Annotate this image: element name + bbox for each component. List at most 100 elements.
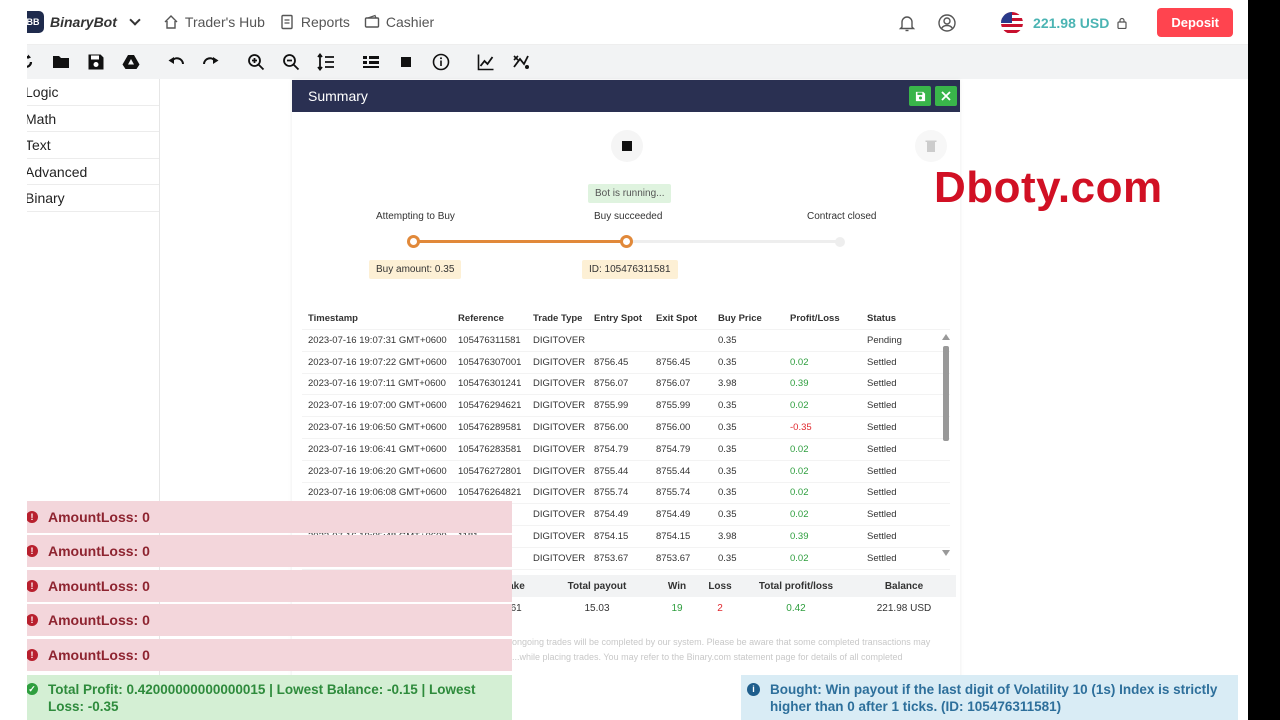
scroll-up-icon[interactable] <box>942 334 950 340</box>
table-cell: 0.35 <box>718 400 737 412</box>
table-cell: 8755.99 <box>594 400 629 412</box>
brand-name: BinaryBot <box>50 14 117 30</box>
table-row[interactable]: 2023-07-16 19:07:00 GMT+0600 105476294621… <box>302 395 950 418</box>
table-cell: Settled <box>867 443 897 455</box>
total-profit-loss: 0.42 <box>786 602 806 614</box>
loss-count: 2 <box>717 602 723 614</box>
progress-track-pending <box>627 240 840 243</box>
table-cell: Pending <box>867 334 902 346</box>
table-cell: 8756.45 <box>594 356 629 368</box>
table-cell: 2023-07-16 19:06:08 GMT+0600 <box>308 487 447 499</box>
brand-switcher[interactable]: BB BinaryBot <box>22 11 141 33</box>
notification-loss[interactable]: ! AmountLoss: 0 <box>22 570 512 602</box>
table-cell: 105476289581 <box>458 422 522 434</box>
table-cell: Settled <box>867 378 897 390</box>
table-cell: 8754.15 <box>656 531 691 543</box>
disclaimer-text: ongoing trades will be completed by our … <box>512 637 931 662</box>
zoom-in-button[interactable] <box>243 49 269 75</box>
summary-save-button[interactable] <box>909 86 931 106</box>
table-row[interactable]: 2023-07-16 19:06:41 GMT+0600 105476283581… <box>302 439 950 461</box>
column-header: Exit Spot <box>656 313 698 324</box>
stop-icon <box>401 57 411 67</box>
error-icon: ! <box>26 580 38 592</box>
notification-text: AmountLoss: 0 <box>48 543 150 559</box>
table-row[interactable]: 2023-07-16 19:06:50 GMT+0600 105476289581… <box>302 417 950 439</box>
scroll-down-icon[interactable] <box>942 550 950 556</box>
info-button[interactable] <box>428 49 454 75</box>
deposit-button[interactable]: Deposit <box>1157 8 1233 37</box>
table-cell: 8754.79 <box>594 443 629 455</box>
google-drive-icon <box>122 55 140 69</box>
table-cell: 105476307001 <box>458 356 522 368</box>
table-row[interactable]: 2023-07-16 19:07:11 GMT+0600 105476301241… <box>302 374 950 396</box>
google-drive-button[interactable] <box>118 49 144 75</box>
nav-traders-hub[interactable]: Trader's Hub <box>163 14 265 30</box>
table-cell: DIGITOVER <box>533 356 586 368</box>
notification-loss[interactable]: ! AmountLoss: 0 <box>22 501 512 533</box>
header-actions: 221.98 USD Deposit <box>897 0 1248 45</box>
lock-icon <box>1117 17 1127 29</box>
notification-loss[interactable]: ! AmountLoss: 0 <box>22 639 512 671</box>
toggle-summary-button[interactable] <box>358 49 384 75</box>
notification-loss[interactable]: ! AmountLoss: 0 <box>22 604 512 636</box>
summary-close-button[interactable] <box>935 86 957 106</box>
notification-text: AmountLoss: 0 <box>48 647 150 663</box>
table-cell: 0.02 <box>790 465 809 477</box>
totals-column-header: Loss <box>708 580 732 592</box>
folder-icon <box>53 56 69 68</box>
chevron-down-icon <box>129 14 141 26</box>
error-icon: ! <box>26 545 38 557</box>
bot-status: Bot is running... <box>588 184 672 203</box>
account-balance[interactable]: 221.98 USD <box>1033 15 1109 31</box>
table-cell: 8754.15 <box>594 531 629 543</box>
table-cell: 105476311581 <box>458 334 521 346</box>
totals-column-header: Total profit/loss <box>758 580 834 592</box>
clear-icon <box>925 140 937 152</box>
zoom-out-icon <box>283 54 300 71</box>
table-cell: 2023-07-16 19:06:41 GMT+0600 <box>308 443 447 455</box>
table-row[interactable]: 2023-07-16 19:07:22 GMT+0600 105476307001… <box>302 352 950 374</box>
open-button[interactable] <box>48 49 74 75</box>
notification-loss[interactable]: ! AmountLoss: 0 <box>22 535 512 567</box>
table-cell: 8754.49 <box>656 509 691 521</box>
stop-bot-button[interactable] <box>393 49 419 75</box>
table-cell: Settled <box>867 400 897 412</box>
table-cell: 0.02 <box>790 400 809 412</box>
table-cell: 0.35 <box>718 356 737 368</box>
nav-reports[interactable]: Reports <box>279 14 350 30</box>
zoom-in-icon <box>248 54 265 71</box>
table-cell: 105476264821 <box>458 487 522 499</box>
stop-bot-button[interactable] <box>611 130 643 162</box>
zoom-out-button[interactable] <box>278 49 304 75</box>
redo-button[interactable] <box>198 49 224 75</box>
table-cell: 0.02 <box>790 487 809 499</box>
notification-text: Bought: Win payout if the last digit of … <box>770 682 1218 714</box>
rearrange-button[interactable] <box>313 49 339 75</box>
table-cell: 0.35 <box>718 552 737 564</box>
left-edge <box>0 0 27 720</box>
app-window: BB BinaryBot Trader's Hub Reports Cashie… <box>0 0 1280 720</box>
undo-icon <box>168 57 184 65</box>
usd-flag-icon[interactable] <box>1001 11 1024 34</box>
save-button[interactable] <box>83 49 109 75</box>
table-cell: 8754.79 <box>656 443 691 455</box>
clear-stats-button[interactable] <box>915 130 947 162</box>
table-row[interactable]: 2023-07-16 19:06:20 GMT+0600 105476272801… <box>302 461 950 483</box>
save-icon <box>915 91 925 101</box>
nav-cashier[interactable]: Cashier <box>364 14 434 30</box>
right-letterbox <box>1248 0 1280 720</box>
table-cell: DIGITOVER <box>533 422 586 434</box>
notification-bought[interactable]: i Bought: Win payout if the last digit of… <box>741 675 1238 720</box>
bell-icon[interactable] <box>897 13 917 33</box>
user-icon[interactable] <box>937 13 957 33</box>
undo-button[interactable] <box>163 49 189 75</box>
table-row[interactable]: 2023-07-16 19:07:31 GMT+0600 105476311581… <box>302 330 950 352</box>
tradingview-button[interactable] <box>508 49 534 75</box>
chart-button[interactable] <box>473 49 499 75</box>
scrollbar-thumb[interactable] <box>943 346 949 441</box>
table-cell: 2023-07-16 19:07:31 GMT+0600 <box>308 334 447 346</box>
watermark-text: Dboty.com <box>934 163 1163 212</box>
table-cell: 105476272801 <box>458 465 522 477</box>
notification-profit[interactable]: ✓ Total Profit: 0.42000000000000015 | Low… <box>22 675 512 720</box>
table-cell: Settled <box>867 552 897 564</box>
